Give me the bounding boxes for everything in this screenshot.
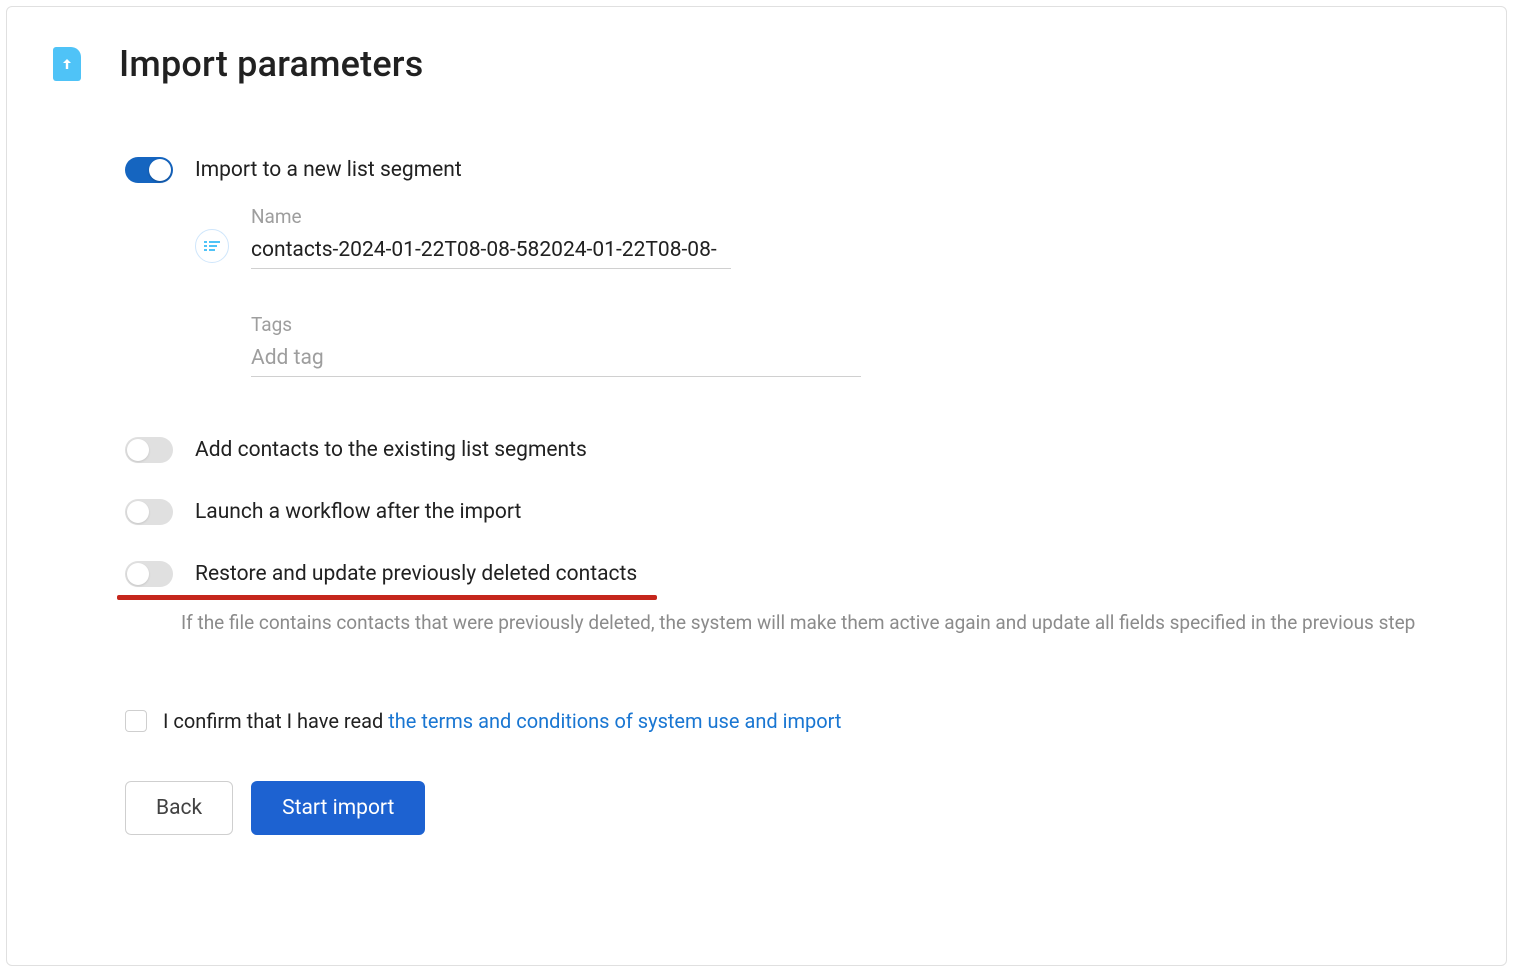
tags-field: Tags	[251, 313, 861, 377]
confirm-text: I confirm that I have read the terms and…	[163, 709, 841, 733]
confirm-row: I confirm that I have read the terms and…	[125, 709, 1420, 733]
toggle-knob	[149, 159, 171, 181]
toggle-restore-deleted[interactable]	[125, 561, 173, 587]
toggle-new-segment[interactable]	[125, 157, 173, 183]
tags-input[interactable]	[251, 342, 861, 377]
page-header: Import parameters	[53, 43, 1460, 85]
toggle-launch-workflow[interactable]	[125, 499, 173, 525]
import-parameters-card: Import parameters Import to a new list s…	[6, 6, 1507, 966]
back-button[interactable]: Back	[125, 781, 233, 835]
confirm-checkbox[interactable]	[125, 710, 147, 732]
toggle-knob	[127, 501, 149, 523]
toggle-label-restore: Restore and update previously deleted co…	[195, 562, 637, 586]
page-title: Import parameters	[119, 43, 423, 85]
name-field: Name	[251, 205, 731, 269]
tags-label: Tags	[251, 313, 861, 336]
restore-description: If the file contains contacts that were …	[125, 609, 1420, 637]
toggle-row-restore: Restore and update previously deleted co…	[125, 561, 1420, 587]
terms-link[interactable]: the terms and conditions of system use a…	[388, 709, 841, 733]
toggle-knob	[127, 439, 149, 461]
toggle-row-launch-workflow: Launch a workflow after the import	[125, 499, 1420, 525]
toggle-add-existing[interactable]	[125, 437, 173, 463]
toggle-label-new-segment: Import to a new list segment	[195, 158, 462, 182]
toggle-row-add-existing: Add contacts to the existing list segmen…	[125, 437, 1420, 463]
name-label: Name	[251, 205, 731, 228]
button-row: Back Start import	[125, 781, 1420, 835]
new-segment-fields: Name Tags	[125, 205, 1420, 377]
toggle-label-add-existing: Add contacts to the existing list segmen…	[195, 438, 587, 462]
toggle-label-launch-workflow: Launch a workflow after the import	[195, 500, 521, 524]
options-block: Add contacts to the existing list segmen…	[125, 437, 1420, 637]
name-input[interactable]	[251, 234, 731, 269]
toggle-row-new-segment: Import to a new list segment	[125, 157, 1420, 183]
restore-wrap: Restore and update previously deleted co…	[125, 561, 1420, 637]
segment-icon	[195, 229, 229, 263]
toggle-knob	[127, 563, 149, 585]
start-import-button[interactable]: Start import	[251, 781, 425, 835]
confirm-prefix: I confirm that I have read	[163, 709, 388, 733]
restore-annotation-underline	[117, 595, 657, 600]
upload-document-icon	[53, 47, 81, 81]
